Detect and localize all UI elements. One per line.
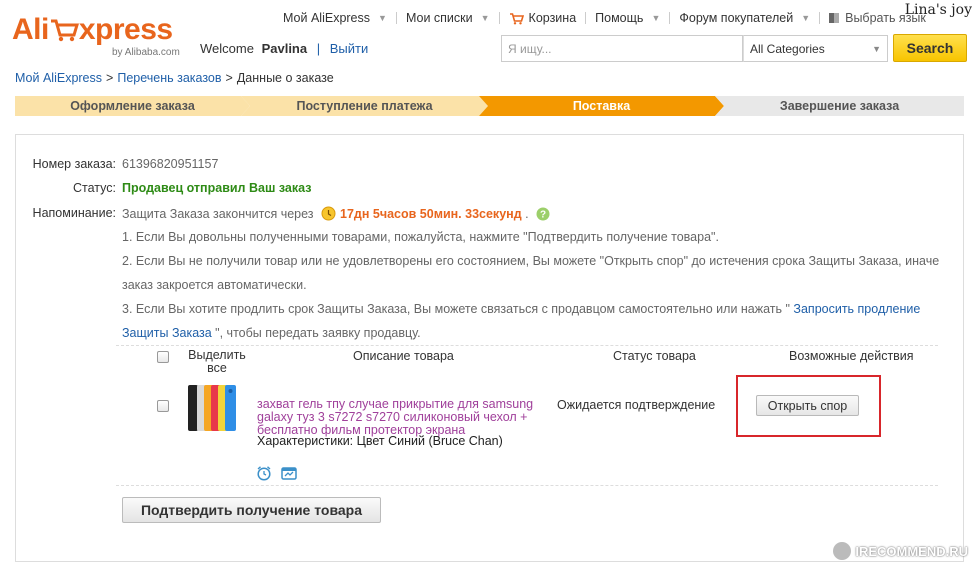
divider (116, 345, 938, 346)
reminder-label: Напоминание: (32, 206, 116, 220)
order-number-label: Номер заказа: (32, 157, 116, 171)
watermark-text: IRECOMMEND.RU (855, 543, 968, 559)
nav-label: Помощь (595, 11, 644, 25)
chevron-down-icon: ▼ (480, 13, 490, 23)
extend-protection-link[interactable]: Запросить продление (790, 302, 920, 316)
shopping-cart-icon (509, 12, 524, 24)
breadcrumb-order-list[interactable]: Перечень заказов (117, 71, 221, 85)
item-status: Ожидается подтверждение (557, 398, 716, 412)
search-placeholder: Я ищу... (508, 41, 552, 56)
nav-label: Корзина (528, 11, 577, 25)
step-order-complete: Завершение заказа (715, 96, 964, 116)
nav-divider (585, 12, 587, 24)
nav-label: Мой AliExpress (283, 11, 371, 25)
nav-help[interactable]: Помощь ▼ (595, 11, 660, 25)
order-progress-steps: Оформление заказа Поступление платежа По… (15, 96, 964, 116)
extend-protection-link-cont[interactable]: Защиты Заказа (122, 326, 212, 340)
nav-divider (819, 12, 821, 24)
clock-icon (321, 206, 336, 221)
column-description: Описание товара (353, 349, 454, 363)
nav-my-lists[interactable]: Мои списки ▼ (406, 11, 490, 25)
step-label: Поставка (572, 99, 631, 113)
confirm-receipt-button[interactable]: Подтвердить получение товара (122, 497, 381, 523)
reminder: Защита Заказа закончится через 17дн 5час… (122, 206, 550, 221)
top-navigation: Мой AliExpress ▼ Мои списки ▼ Корзина Помо… (283, 9, 926, 27)
product-characteristics: Характеристики: Цвет Синий (Bruce Chan) (257, 434, 503, 448)
divider (116, 485, 938, 486)
step-shipping: Поставка (479, 96, 724, 116)
step-payment-received: Поступление платежа (241, 96, 488, 116)
step-label: Поступление платежа (296, 99, 433, 113)
chevron-down-icon: ▼ (801, 13, 811, 23)
column-status: Статус товара (613, 349, 696, 363)
chevron-down-icon: ▼ (651, 13, 661, 23)
step-label: Завершение заказа (779, 99, 900, 113)
note-3-line-1: 3. Если Вы хотите продлить срок Защиты З… (122, 302, 920, 316)
note-1: 1. Если Вы довольны полученными товарами… (122, 230, 719, 244)
search-input[interactable]: Я ищу... (501, 35, 743, 62)
note-3-text-end: ", чтобы передать заявку продавцу. (211, 326, 421, 340)
nav-divider (669, 12, 671, 24)
note-2-line-1: 2. Если Вы не получили товар или не удов… (122, 254, 940, 268)
nav-label: Форум покупателей (679, 11, 794, 25)
note-3-text: 3. Если Вы хотите продлить срок Защиты З… (122, 302, 790, 316)
nav-cart[interactable]: Корзина (509, 11, 577, 25)
product-image[interactable] (186, 383, 238, 433)
order-status: Продавец отправил Ваш заказ (122, 181, 312, 195)
breadcrumb-my-aliexpress[interactable]: Мой AliExpress (15, 71, 102, 85)
category-select[interactable]: All Categories ▼ (743, 35, 888, 62)
alarm-clock-icon[interactable] (256, 465, 272, 481)
search-button[interactable]: Search (893, 34, 967, 62)
nav-my-aliexpress[interactable]: Мой AliExpress ▼ (283, 11, 387, 25)
open-dispute-button[interactable]: Открыть спор (756, 395, 859, 416)
product-title-link[interactable]: захват гель тпу случае прикрытие для sam… (257, 398, 547, 437)
order-number: 61396820951157 (122, 157, 219, 171)
breadcrumb-separator: > (225, 71, 233, 85)
breadcrumb-current: Данные о заказе (236, 71, 334, 85)
status-label: Статус: (73, 181, 116, 195)
irecommend-logo-icon (833, 542, 852, 560)
category-value: All Categories (750, 41, 825, 56)
watermark-site: IRECOMMEND.RU (833, 542, 968, 560)
header: Ali xpress by Alibaba.com Welcome Pavlina… (0, 0, 978, 68)
username: Pavlina (261, 41, 308, 56)
item-checkbox[interactable] (157, 400, 169, 412)
snapshot-icon[interactable] (281, 465, 297, 481)
chevron-down-icon: ▼ (872, 43, 881, 54)
reminder-text: Защита Заказа закончится через (122, 207, 314, 221)
nav-divider (498, 12, 500, 24)
welcome-bar: Welcome Pavlina | Выйти (200, 41, 368, 56)
welcome-label: Welcome (200, 41, 254, 56)
nav-divider (395, 12, 397, 24)
help-icon[interactable]: ? (536, 207, 550, 221)
breadcrumb-separator: > (106, 71, 114, 85)
cart-logo-icon (50, 19, 79, 42)
note-2-line-2: заказ закроется автоматически. (122, 278, 307, 292)
order-details-panel: Номер заказа: 61396820951157 Статус: Про… (15, 134, 964, 562)
svg-text:?: ? (540, 210, 546, 221)
chevron-down-icon: ▼ (378, 13, 387, 23)
step-order-placed: Оформление заказа (15, 96, 250, 116)
breadcrumb: Мой AliExpress > Перечень заказов > Данные о… (15, 71, 334, 85)
step-label: Оформление заказа (70, 99, 195, 113)
nav-label: Мои списки (405, 11, 473, 25)
aliexpress-logo[interactable]: Ali xpress by Alibaba.com (12, 12, 192, 60)
note-3-line-2: Защиты Заказа ", чтобы передать заявку п… (122, 326, 421, 340)
nav-forum[interactable]: Форум покупателей ▼ (679, 11, 810, 25)
language-flag-icon (829, 13, 840, 23)
logout-link[interactable]: Выйти (330, 41, 369, 56)
watermark-author: Lina's joy (904, 2, 972, 18)
select-all-label: Выделить все (188, 348, 246, 375)
column-actions: Возможные действия (789, 349, 914, 363)
select-all-checkbox[interactable] (157, 351, 169, 363)
protection-timer: 17дн 5часов 50мин. 33секунд (340, 207, 522, 221)
logo-subtitle: by Alibaba.com (112, 47, 180, 58)
welcome-separator: | (316, 41, 321, 56)
timer-dot: . (525, 207, 529, 221)
